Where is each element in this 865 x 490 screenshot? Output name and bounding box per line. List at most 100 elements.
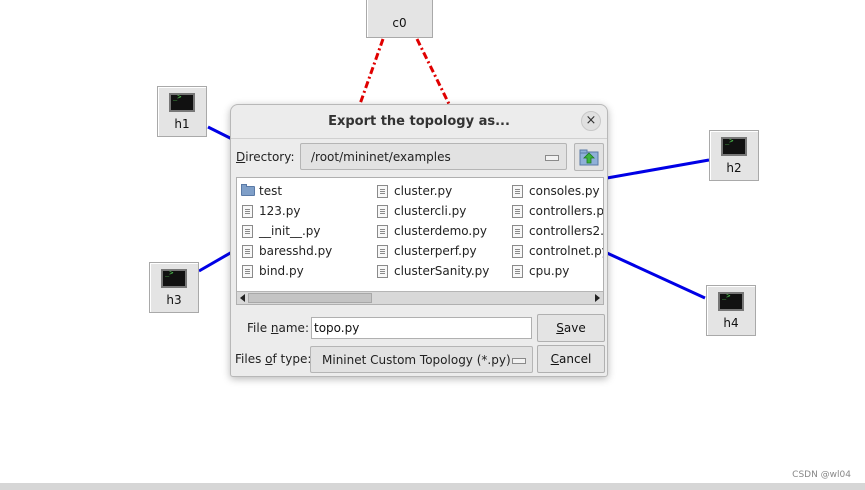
directory-label: Directory: — [236, 150, 295, 164]
node-label: h4 — [723, 316, 739, 330]
file-name: cpu.py — [529, 264, 570, 278]
node-h4[interactable]: h4 — [706, 285, 756, 336]
file-name: controlnet.py — [529, 244, 604, 258]
file-item[interactable]: cluster.py — [374, 181, 489, 201]
link-h2 — [606, 158, 710, 180]
link-h1 — [207, 125, 233, 141]
file-item[interactable]: controlnet.py — [509, 241, 604, 261]
file-icon — [242, 265, 253, 278]
file-name: baresshd.py — [259, 244, 333, 258]
terminal-icon — [169, 93, 195, 112]
filetype-value: Mininet Custom Topology (*.py) — [322, 353, 511, 367]
file-name: test — [259, 184, 283, 198]
node-label: c0 — [392, 16, 407, 30]
scrollbar-thumb[interactable] — [248, 293, 372, 303]
file-name: bind.py — [259, 264, 304, 278]
directory-label-accel: D — [236, 150, 246, 164]
file-icon — [377, 205, 388, 218]
link-c0-left — [358, 38, 385, 105]
file-item[interactable]: clusterSanity.py — [374, 261, 489, 281]
bottom-bar — [0, 483, 865, 490]
file-list[interactable]: test 123.py __init__.py baresshd.py bind… — [236, 177, 604, 305]
file-item[interactable]: bind.py — [239, 261, 332, 281]
file-column-2: cluster.py clustercli.py clusterdemo.py … — [374, 181, 489, 281]
file-item[interactable]: clustercli.py — [374, 201, 489, 221]
file-name: cluster.py — [394, 184, 453, 198]
link-h4 — [606, 251, 706, 300]
folder-item[interactable]: test — [239, 181, 332, 201]
file-item[interactable]: clusterperf.py — [374, 241, 489, 261]
filename-label: File name: — [247, 321, 309, 335]
link-h3 — [198, 250, 233, 273]
filename-label-accel: n — [270, 321, 279, 335]
directory-dropdown[interactable]: /root/mininet/examples — [300, 143, 567, 170]
file-name: consoles.py — [529, 184, 600, 198]
scroll-right-arrow-icon[interactable] — [595, 294, 600, 302]
file-name: clustercli.py — [394, 204, 467, 218]
close-icon: × — [585, 113, 597, 128]
node-h2[interactable]: h2 — [709, 130, 759, 181]
filetype-label-rest: f type: — [272, 352, 312, 366]
save-rest: ave — [563, 321, 586, 335]
file-column-1: test 123.py __init__.py baresshd.py bind… — [239, 181, 332, 281]
cancel-button[interactable]: Cancel — [537, 345, 605, 373]
file-icon — [242, 245, 253, 258]
filetype-label-accel: o — [265, 352, 273, 366]
horizontal-scrollbar[interactable] — [237, 291, 603, 304]
file-item[interactable]: 123.py — [239, 201, 332, 221]
terminal-icon — [718, 292, 744, 311]
file-item[interactable]: cpu.py — [509, 261, 603, 281]
save-button[interactable]: Save — [537, 314, 605, 342]
directory-label-rest: irectory: — [245, 150, 295, 164]
filetype-label: Files of type: — [235, 352, 311, 366]
file-name: 123.py — [259, 204, 301, 218]
filetype-dropdown[interactable]: Mininet Custom Topology (*.py) — [310, 346, 533, 373]
cancel-accel: C — [550, 352, 560, 366]
file-name: clusterSanity.py — [394, 264, 490, 278]
node-h3[interactable]: h3 — [149, 262, 199, 313]
save-accel: S — [556, 321, 564, 335]
dialog-title: Export the topology as... — [328, 114, 510, 129]
file-item[interactable]: clusterdemo.py — [374, 221, 489, 241]
file-icon — [377, 225, 388, 238]
file-item[interactable]: controllers2.py — [509, 221, 604, 241]
file-name: clusterdemo.py — [394, 224, 487, 238]
node-c0[interactable]: c0 — [366, 0, 433, 38]
node-label: h1 — [174, 117, 190, 131]
file-item[interactable]: __init__.py — [239, 221, 332, 241]
cancel-rest: ancel — [559, 352, 592, 366]
file-icon — [242, 225, 253, 238]
dropdown-arrow-icon — [545, 155, 559, 161]
file-name: clusterperf.py — [394, 244, 477, 258]
directory-value: /root/mininet/examples — [311, 150, 451, 164]
folder-icon — [241, 184, 255, 196]
node-h1[interactable]: h1 — [157, 86, 207, 137]
close-button[interactable]: × — [581, 111, 601, 131]
dialog-titlebar[interactable]: Export the topology as... × — [231, 105, 607, 139]
file-icon — [512, 205, 523, 218]
scroll-left-arrow-icon[interactable] — [240, 294, 245, 302]
dropdown-arrow-icon — [512, 358, 526, 364]
file-icon — [512, 185, 523, 198]
terminal-icon — [161, 269, 187, 288]
filename-label-prefix: File — [247, 321, 271, 335]
watermark: CSDN @wl04 — [792, 470, 851, 480]
parent-folder-button[interactable] — [574, 143, 604, 171]
file-icon — [242, 205, 253, 218]
node-label: h2 — [726, 161, 742, 175]
file-item[interactable]: baresshd.py — [239, 241, 332, 261]
file-item[interactable]: consoles.py — [509, 181, 603, 201]
filetype-label-prefix: Files — [235, 352, 266, 366]
file-name: controllers.py — [529, 204, 604, 218]
file-icon — [377, 185, 388, 198]
file-icon — [377, 245, 388, 258]
file-name: controllers2.py — [529, 224, 604, 238]
file-item[interactable]: controllers.py — [509, 201, 604, 221]
file-icon — [512, 225, 523, 238]
filename-label-rest: ame: — [278, 321, 309, 335]
file-icon — [377, 265, 388, 278]
filename-input[interactable] — [311, 317, 532, 339]
file-icon — [512, 265, 523, 278]
export-dialog: Export the topology as... × Directory: /… — [230, 104, 608, 377]
link-c0-right — [415, 38, 451, 105]
